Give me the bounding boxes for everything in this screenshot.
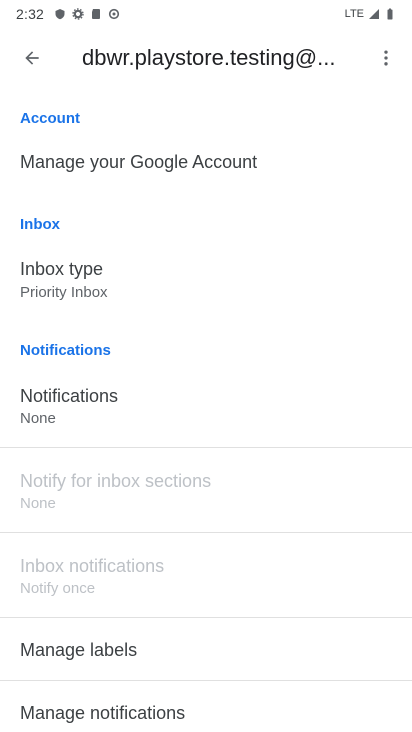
inbox-notifications-title: Inbox notifications (20, 556, 165, 576)
notifications-summary: None (20, 410, 56, 427)
shield-icon (55, 9, 65, 20)
notify-inbox-sections-title: Notify for inbox sections (20, 471, 212, 491)
more-vert-icon (384, 50, 388, 66)
inbox-type-item[interactable]: Inbox type Priority Inbox (0, 244, 412, 310)
status-time: 2:32 (16, 6, 45, 22)
status-notification-icons (54, 8, 120, 20)
manage-notifications-item[interactable]: Manage notifications (0, 681, 412, 732)
signal-icon (369, 9, 379, 19)
sync-icon (108, 8, 120, 20)
section-header-account: Account (20, 110, 80, 127)
manage-labels-label: Manage labels (20, 640, 138, 660)
arrow-back-icon (25, 51, 39, 65)
status-system-icons: LTE (345, 8, 396, 20)
back-button[interactable] (4, 30, 60, 86)
inbox-type-summary: Priority Inbox (20, 284, 108, 301)
notify-inbox-sections-item: Notify for inbox sections None (0, 448, 412, 532)
section-header-inbox: Inbox (20, 216, 60, 233)
sd-card-icon (92, 9, 101, 19)
more-options-button[interactable] (362, 34, 410, 82)
network-type: LTE (344, 8, 364, 20)
inbox-notifications-item: Inbox notifications Notify once (0, 533, 412, 617)
manage-google-account-item[interactable]: Manage your Google Account (0, 138, 412, 190)
notifications-item[interactable]: Notifications None (0, 372, 412, 446)
inbox-type-title: Inbox type (20, 259, 104, 279)
manage-notifications-label: Manage notifications (20, 703, 186, 723)
notify-inbox-sections-summary: None (20, 495, 56, 512)
manage-google-account-label: Manage your Google Account (20, 152, 258, 172)
gear-icon (72, 8, 84, 20)
manage-labels-item[interactable]: Manage labels (0, 618, 412, 680)
notifications-title: Notifications (20, 386, 119, 406)
account-title: dbwr.playstore.testing@... (82, 45, 336, 70)
app-bar: dbwr.playstore.testing@... (0, 28, 412, 88)
section-header-notifications: Notifications (20, 342, 111, 359)
status-bar: 2:32 LTE (0, 0, 412, 28)
inbox-notifications-summary: Notify once (20, 580, 96, 597)
battery-icon (387, 8, 393, 20)
